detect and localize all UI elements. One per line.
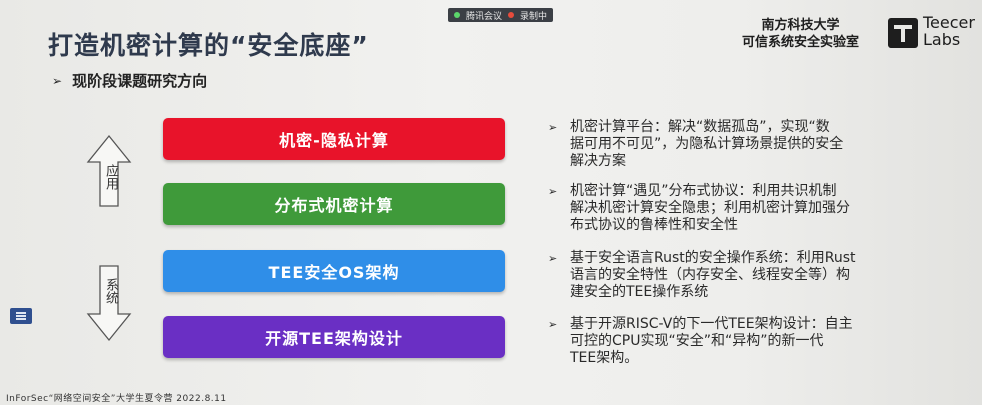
recording-label: 录制中	[520, 11, 548, 22]
section-heading-text: 现阶段课题研究方向	[72, 72, 208, 90]
presentation-slide: 腾讯会议 录制中 打造机密计算的“安全底座” 南方科技大学 可信系统安全实验室 …	[0, 0, 982, 405]
logo-text-line1: Teecer	[923, 13, 975, 32]
menu-icon[interactable]	[10, 308, 32, 324]
bullet-line: 基于安全语言Rust的安全操作系统：利用Rust	[570, 250, 856, 266]
meeting-status-bar[interactable]: 腾讯会议 录制中	[448, 8, 554, 22]
bullet-arrow-icon: ➢	[548, 252, 558, 265]
research-bar-tee-os: TEE安全OS架构	[163, 250, 505, 292]
axis-bottom-label: 系统	[103, 278, 118, 304]
bullet-line: 语言的安全特性（内存安全、线程安全等）构	[570, 267, 850, 283]
bullet-line: TEE架构。	[570, 350, 639, 366]
bullet-line: 机密计算“遇见”分布式协议：利用共识机制	[570, 183, 837, 199]
bullet-item: ➢ 机密计算“遇见”分布式协议：利用共识机制 解决机密计算安全隐患；利用机密计算…	[548, 183, 958, 234]
bullet-arrow-icon: ➢	[52, 73, 63, 88]
bullet-arrow-icon: ➢	[548, 318, 558, 331]
teecer-logo-icon	[888, 18, 918, 48]
bullet-line: 基于开源RISC-V的下一代TEE架构设计：自主	[570, 316, 853, 332]
section-heading: ➢ 现阶段课题研究方向	[52, 70, 207, 91]
bullet-line: 解决机密计算安全隐患；利用机密计算加强分	[570, 200, 850, 216]
org-name: 南方科技大学 可信系统安全实验室	[742, 17, 859, 51]
logo-text: Teecer Labs	[923, 14, 975, 48]
logo-text-line2: Labs	[923, 30, 961, 49]
axis-top-label: 应用	[103, 164, 118, 190]
bullet-item: ➢ 机密计算平台：解决“数据孤岛”，实现“数 据可用不可见”，为隐私计算场景提供…	[548, 119, 958, 170]
bullet-line: 解决方案	[570, 153, 626, 169]
research-bar-open-tee: 开源TEE架构设计	[163, 316, 505, 358]
bullet-line: 据可用不可见”，为隐私计算场景提供的安全	[570, 136, 844, 152]
org-name-line1: 南方科技大学	[761, 18, 840, 33]
bullet-arrow-icon: ➢	[548, 121, 558, 134]
signal-icon	[454, 12, 460, 18]
bullet-line: 布式协议的鲁棒性和安全性	[570, 217, 738, 233]
bullet-item: ➢ 基于开源RISC-V的下一代TEE架构设计：自主 可控的CPU实现“安全”和…	[548, 316, 958, 367]
org-name-line2: 可信系统安全实验室	[742, 35, 860, 50]
bullet-item: ➢ 基于安全语言Rust的安全操作系统：利用Rust 语言的安全特性（内存安全、…	[548, 250, 958, 301]
research-bar-privacy: 机密-隐私计算	[163, 118, 505, 160]
record-icon	[508, 12, 515, 18]
bullet-line: 可控的CPU实现“安全”和“异构”的新一代	[570, 333, 824, 349]
bullet-arrow-icon: ➢	[548, 185, 558, 198]
bullet-line: 建安全的TEE操作系统	[570, 284, 709, 300]
footer-caption: InForSec“网络空间安全”大学生夏令营 2022.8.11	[6, 394, 227, 404]
meeting-app-label: 腾讯会议	[466, 11, 503, 22]
bullet-line: 机密计算平台：解决“数据孤岛”，实现“数	[570, 119, 830, 135]
slide-title: 打造机密计算的“安全底座”	[48, 31, 369, 60]
layer-axis: 应用 系统	[84, 134, 134, 344]
research-bar-distributed: 分布式机密计算	[163, 183, 505, 225]
